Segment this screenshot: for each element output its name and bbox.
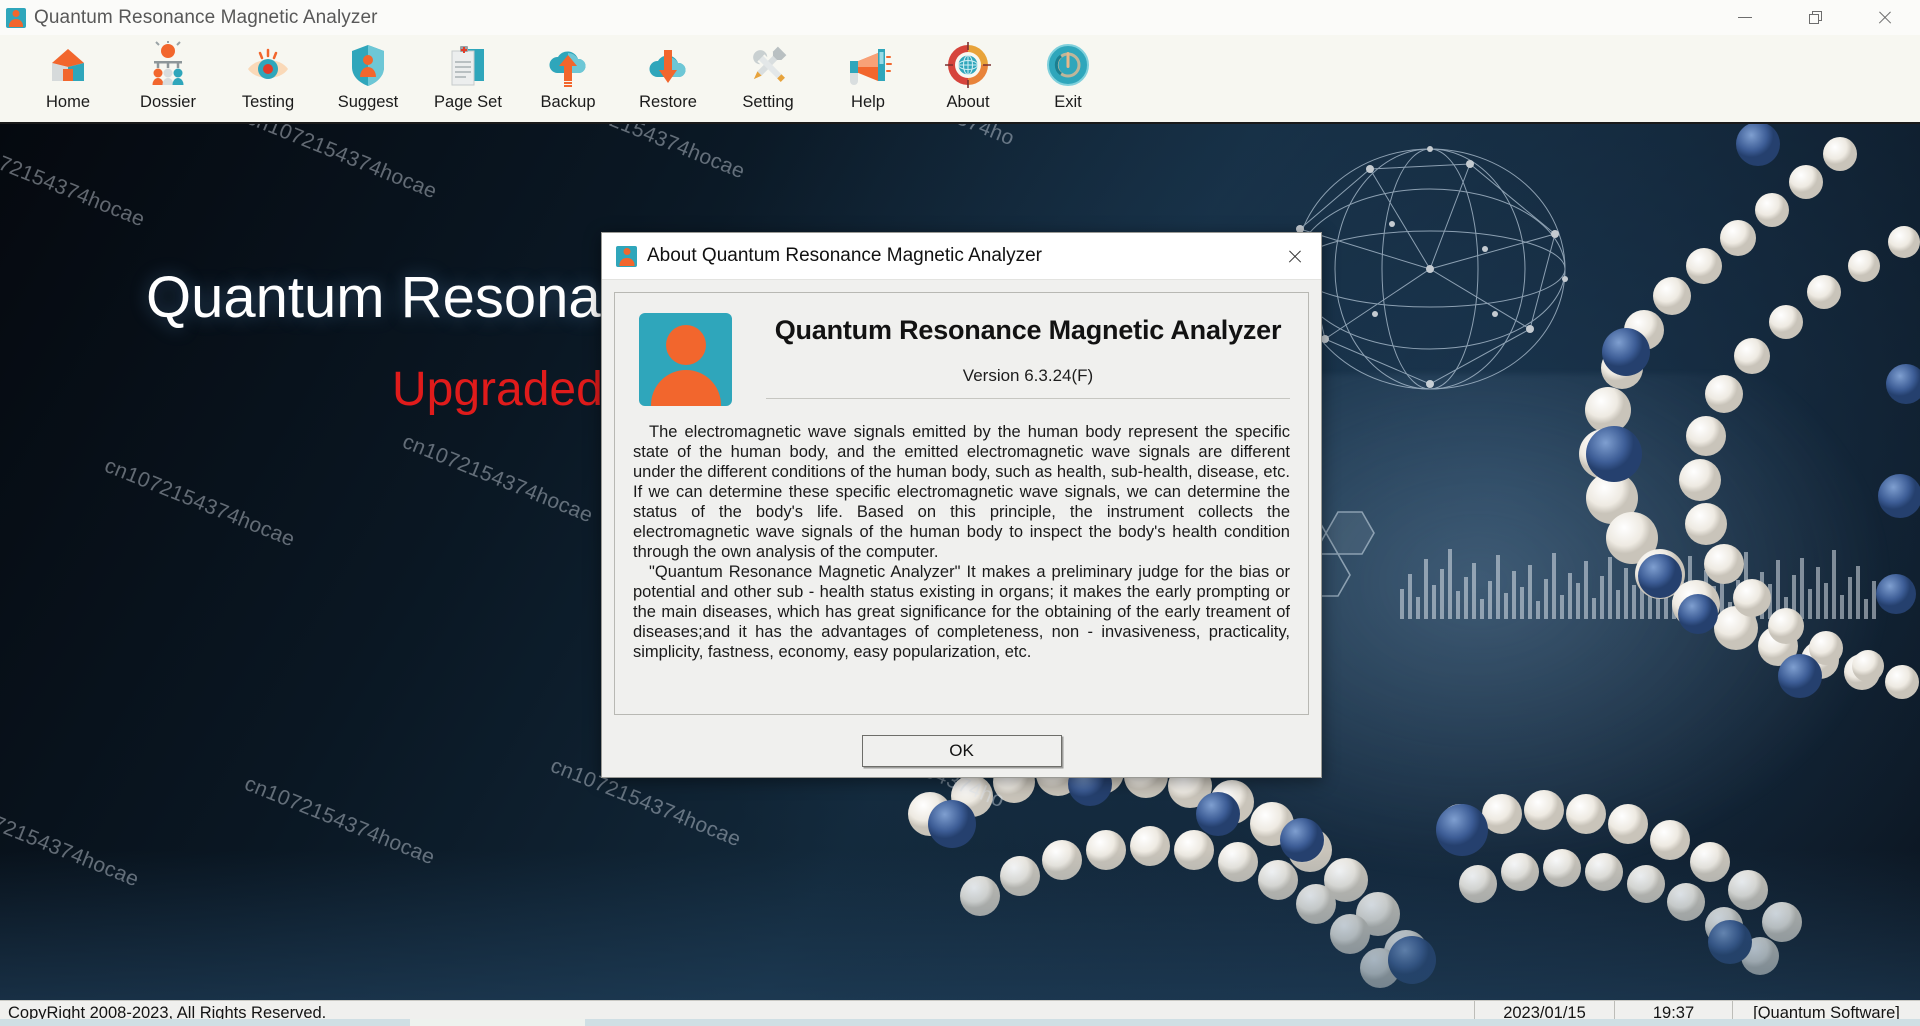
target-globe-icon <box>944 41 992 89</box>
toolbar-label: Restore <box>639 93 697 111</box>
window-titlebar: Quantum Resonance Magnetic Analyzer <box>0 0 1920 35</box>
eye-scan-icon <box>244 41 292 89</box>
toolbar-item-page-set[interactable]: Page Set <box>418 39 518 119</box>
close-icon <box>1287 248 1303 264</box>
watermark-text: cn1072154374hocae <box>101 454 299 552</box>
about-info-panel: Quantum Resonance Magnetic Analyzer Vers… <box>614 292 1309 715</box>
cloud-download-icon <box>644 41 692 89</box>
product-name: Quantum Resonance Magnetic Analyzer <box>774 315 1282 345</box>
toolbar-label: Setting <box>742 93 794 111</box>
main-toolbar: Home Dossier Testing Suggest Page Set Ba… <box>0 35 1920 124</box>
toolbar-label: Testing <box>241 93 295 111</box>
ok-button[interactable]: OK <box>861 735 1062 767</box>
power-button-icon <box>1044 41 1092 89</box>
about-description: The electromagnetic wave signals emitted… <box>633 422 1290 662</box>
about-paragraph-1: The electromagnetic wave signals emitted… <box>633 423 1290 561</box>
watermark-text: cn1072154374hocae <box>243 124 441 204</box>
toolbar-item-exit[interactable]: Exit <box>1018 39 1118 119</box>
toolbar-label: Backup <box>540 93 596 111</box>
desktop-subheadline: Upgraded <box>392 363 603 416</box>
toolbar-item-home[interactable]: Home <box>18 39 118 119</box>
about-header-row: Quantum Resonance Magnetic Analyzer Vers… <box>633 307 1290 406</box>
about-dialog-body: Quantum Resonance Magnetic Analyzer Vers… <box>602 280 1321 779</box>
house-icon <box>44 41 92 89</box>
taskbar-strip <box>0 1019 1920 1026</box>
toolbar-item-suggest[interactable]: Suggest <box>318 39 418 119</box>
minimize-icon <box>1738 17 1752 18</box>
toolbar-label: About <box>946 93 990 111</box>
people-network-icon <box>144 40 192 89</box>
version-label: Version 6.3.24(F) <box>962 366 1094 385</box>
user-badge-icon <box>616 245 637 267</box>
restore-icon <box>1808 11 1822 24</box>
toolbar-label: Home <box>45 93 90 111</box>
user-avatar-logo <box>639 313 732 406</box>
close-icon <box>1877 10 1893 26</box>
toolbar-item-dossier[interactable]: Dossier <box>118 39 218 119</box>
minimize-button[interactable] <box>1710 0 1780 35</box>
about-dialog-buttons: OK <box>614 735 1309 767</box>
tools-wrench-screwdriver-icon <box>744 41 792 89</box>
application-window: Quantum Resona Upgraded cn1072154374hoca… <box>0 0 1920 1026</box>
toolbar-label: Page Set <box>434 93 502 111</box>
maximize-button[interactable] <box>1780 0 1850 35</box>
about-dialog-close-button[interactable] <box>1269 233 1321 280</box>
toolbar-item-testing[interactable]: Testing <box>218 39 318 119</box>
watermark-text: cn1072154374hocae <box>0 134 149 232</box>
window-controls <box>1710 0 1920 35</box>
toolbar-label: Help <box>851 93 885 111</box>
toolbar-item-about[interactable]: About <box>918 39 1018 119</box>
toolbar-item-help[interactable]: Help <box>818 39 918 119</box>
close-button[interactable] <box>1850 0 1920 35</box>
toolbar-item-restore[interactable]: Restore <box>618 39 718 119</box>
toolbar-item-backup[interactable]: Backup <box>518 39 618 119</box>
toolbar-item-setting[interactable]: Setting <box>718 39 818 119</box>
about-dialog-titlebar: About Quantum Resonance Magnetic Analyze… <box>602 233 1321 280</box>
window-title: Quantum Resonance Magnetic Analyzer <box>34 6 378 28</box>
toolbar-label: Exit <box>1054 93 1082 111</box>
about-dialog: About Quantum Resonance Magnetic Analyze… <box>601 232 1322 778</box>
toolbar-label: Suggest <box>337 93 399 111</box>
clipboard-document-icon <box>444 41 492 89</box>
shield-person-icon <box>344 41 392 89</box>
watermark-text: cn1072154374hocae <box>399 430 597 528</box>
megaphone-icon <box>844 41 892 89</box>
divider <box>766 398 1290 399</box>
about-dialog-title: About Quantum Resonance Magnetic Analyze… <box>647 245 1043 266</box>
about-header-text: Quantum Resonance Magnetic Analyzer Vers… <box>732 307 1290 399</box>
about-paragraph-2: "Quantum Resonance Magnetic Analyzer" It… <box>633 563 1290 661</box>
desktop-bottom-gradient <box>0 850 1920 1000</box>
watermark-text: cn1072154374hocae <box>551 124 749 184</box>
toolbar-label: Dossier <box>140 93 196 111</box>
user-badge-icon <box>6 7 26 28</box>
cloud-upload-icon <box>544 41 592 89</box>
desktop-headline: Quantum Resona <box>146 265 601 330</box>
